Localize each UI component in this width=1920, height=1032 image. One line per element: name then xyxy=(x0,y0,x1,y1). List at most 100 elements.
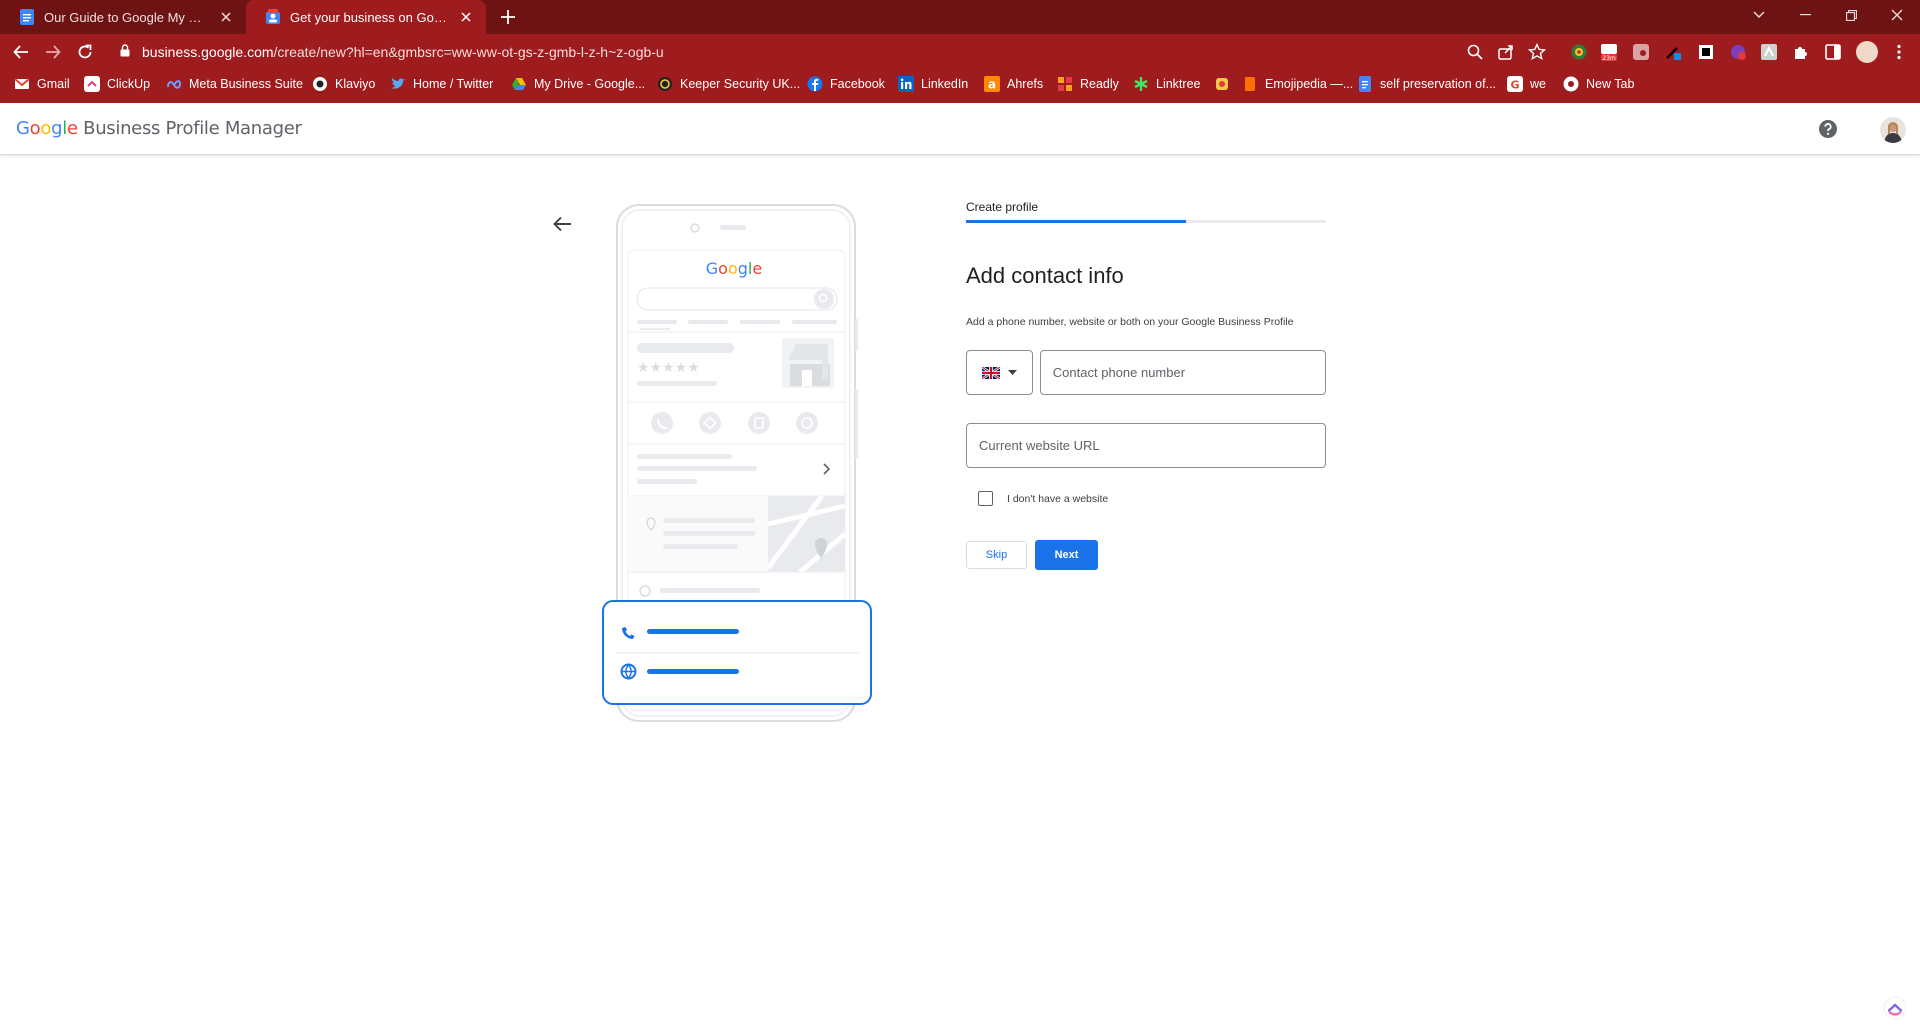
bookmark-linkedin[interactable]: LinkedIn xyxy=(898,69,968,99)
uk-flag-icon xyxy=(981,366,1000,379)
help-icon[interactable] xyxy=(1818,119,1838,139)
next-button[interactable]: Next xyxy=(1035,540,1098,570)
skip-button[interactable]: Skip xyxy=(966,541,1027,569)
side-panel-icon[interactable] xyxy=(1824,43,1842,61)
bookmark-clickup[interactable]: ClickUp xyxy=(84,69,150,99)
restore-icon[interactable] xyxy=(1828,0,1874,30)
url-host: business.google.com xyxy=(142,44,274,60)
phone-number-input[interactable] xyxy=(1039,350,1326,395)
reload-icon[interactable] xyxy=(74,41,96,63)
form-actions: Skip Next xyxy=(966,540,1326,570)
step-label: Create profile xyxy=(966,200,1039,214)
bookmark-new-tab[interactable]: New Tab xyxy=(1563,69,1634,99)
back-icon[interactable] xyxy=(10,41,32,63)
emojipedia-icon xyxy=(1245,77,1255,91)
forward-icon[interactable] xyxy=(42,41,64,63)
form-description: Add a phone number, website or both on y… xyxy=(966,316,1294,328)
bookmark-twitter[interactable]: Home / Twitter xyxy=(390,69,493,99)
contact-info-form: Create profile Add contact info Add a ph… xyxy=(966,200,1326,570)
zoom-icon[interactable] xyxy=(1466,43,1484,61)
lock-icon[interactable] xyxy=(120,44,130,57)
url-path: /create/new?hl=en&gmbsrc=ww-ww-ot-gs-z-g… xyxy=(273,44,664,60)
docs-icon xyxy=(1359,76,1371,92)
browser-toolbar: business.google.com/create/new?hl=en&gmb… xyxy=(0,34,1920,69)
country-code-select[interactable] xyxy=(966,350,1033,395)
website-url-input[interactable] xyxy=(966,423,1326,468)
bookmark-we[interactable]: Gwe xyxy=(1507,69,1546,99)
google-wordmark: Google xyxy=(16,118,78,139)
url-text[interactable]: business.google.com/create/new?hl=en&gmb… xyxy=(142,44,664,60)
extension-badge-text: 23m xyxy=(1602,55,1616,61)
bookmark-star-icon[interactable] xyxy=(1528,43,1546,61)
svg-text:★★★★★: ★★★★★ xyxy=(637,360,700,376)
bookmark-keeper[interactable]: Keeper Security UK... xyxy=(657,69,800,99)
phone-illustration: Google ★★★★★ xyxy=(602,204,872,722)
product-name: Business Profile Manager xyxy=(83,118,302,139)
close-icon[interactable] xyxy=(218,9,234,25)
ahrefs-icon: a xyxy=(984,76,1000,92)
no-website-row[interactable]: I don't have a website xyxy=(966,491,1326,506)
close-window-icon[interactable] xyxy=(1874,0,1920,30)
dropdown-caret-icon xyxy=(1007,370,1017,375)
tab-title: Get your business on Google xyxy=(290,9,450,25)
spark-extension-icon[interactable] xyxy=(1729,43,1747,61)
progress-fill xyxy=(966,220,1186,223)
bookmark-klaviyo[interactable]: Klaviyo xyxy=(312,69,375,99)
no-website-label[interactable]: I don't have a website xyxy=(1007,493,1108,505)
bookmarks-bar: Gmail ClickUp Meta Business Suite Klaviy… xyxy=(0,69,1920,103)
keeper-icon xyxy=(658,77,672,91)
illustration-google-logo: Google xyxy=(706,259,762,278)
close-icon[interactable] xyxy=(458,9,474,25)
clickup-fab-icon[interactable] xyxy=(1883,996,1907,1020)
back-arrow-icon[interactable] xyxy=(551,215,573,233)
progress-bar xyxy=(966,220,1326,223)
kebab-menu-icon[interactable] xyxy=(1890,43,1908,61)
new-tab-plus-icon[interactable] xyxy=(498,7,518,27)
meta-icon xyxy=(167,80,182,89)
bookmark-gmail[interactable]: Gmail xyxy=(14,69,70,99)
timer-extension-icon[interactable]: 23m xyxy=(1600,43,1618,61)
extension-bookmark-icon xyxy=(1216,78,1228,90)
puzzle-extensions-icon[interactable] xyxy=(1792,43,1810,61)
extension-circle-icon[interactable] xyxy=(1570,43,1588,61)
tile-extension-icon[interactable] xyxy=(1760,43,1778,61)
share-icon[interactable] xyxy=(1497,43,1515,61)
gmail-icon xyxy=(14,78,30,89)
facebook-icon xyxy=(807,76,823,92)
google-icon: G xyxy=(1507,76,1523,92)
page-title: Add contact info xyxy=(966,263,1124,288)
bookmark-drive[interactable]: My Drive - Google... xyxy=(511,69,645,99)
profile-avatar-icon[interactable] xyxy=(1856,41,1878,63)
bookmark-linktree[interactable]: Linktree xyxy=(1133,69,1200,99)
linktree-icon xyxy=(1134,77,1148,91)
bookmark-extension[interactable] xyxy=(1214,69,1237,99)
klaviyo-icon xyxy=(313,77,327,91)
pen-extension-icon[interactable] xyxy=(1664,43,1682,61)
bookmark-emojipedia[interactable]: Emojipedia —... xyxy=(1242,69,1353,99)
browser-tab-strip: Our Guide to Google My Business Get your… xyxy=(0,0,1920,34)
bookmark-self-preservation[interactable]: self preservation of... xyxy=(1357,69,1496,99)
clickup-icon xyxy=(84,76,100,92)
no-website-checkbox[interactable] xyxy=(978,491,993,506)
business-profile-icon xyxy=(266,9,280,24)
app-logo[interactable]: Google Business Profile Manager xyxy=(16,118,302,139)
avatar[interactable] xyxy=(1880,117,1906,143)
chrome-icon xyxy=(1563,76,1579,92)
drive-icon xyxy=(512,78,526,90)
twitter-icon xyxy=(391,78,405,89)
hubspot-extension-icon[interactable] xyxy=(1632,43,1650,61)
svg-text:G: G xyxy=(1510,79,1519,92)
docs-icon xyxy=(20,9,34,25)
tab-google-guide[interactable]: Our Guide to Google My Business xyxy=(0,0,246,34)
minimize-icon[interactable] xyxy=(1782,0,1828,30)
address-bar[interactable]: business.google.com/create/new?hl=en&gmb… xyxy=(110,38,1565,65)
square-extension-icon[interactable] xyxy=(1697,43,1715,61)
bookmark-ahrefs[interactable]: a Ahrefs xyxy=(984,69,1043,99)
tab-get-business-on-google[interactable]: Get your business on Google xyxy=(246,0,486,34)
phone-row xyxy=(966,350,1326,395)
tab-search-chevron-icon[interactable] xyxy=(1736,0,1782,30)
bookmark-readly[interactable]: Readly xyxy=(1057,69,1119,99)
bookmark-meta[interactable]: Meta Business Suite xyxy=(166,69,303,99)
bookmark-facebook[interactable]: Facebook xyxy=(807,69,885,99)
app-header: Google Business Profile Manager xyxy=(0,103,1920,155)
